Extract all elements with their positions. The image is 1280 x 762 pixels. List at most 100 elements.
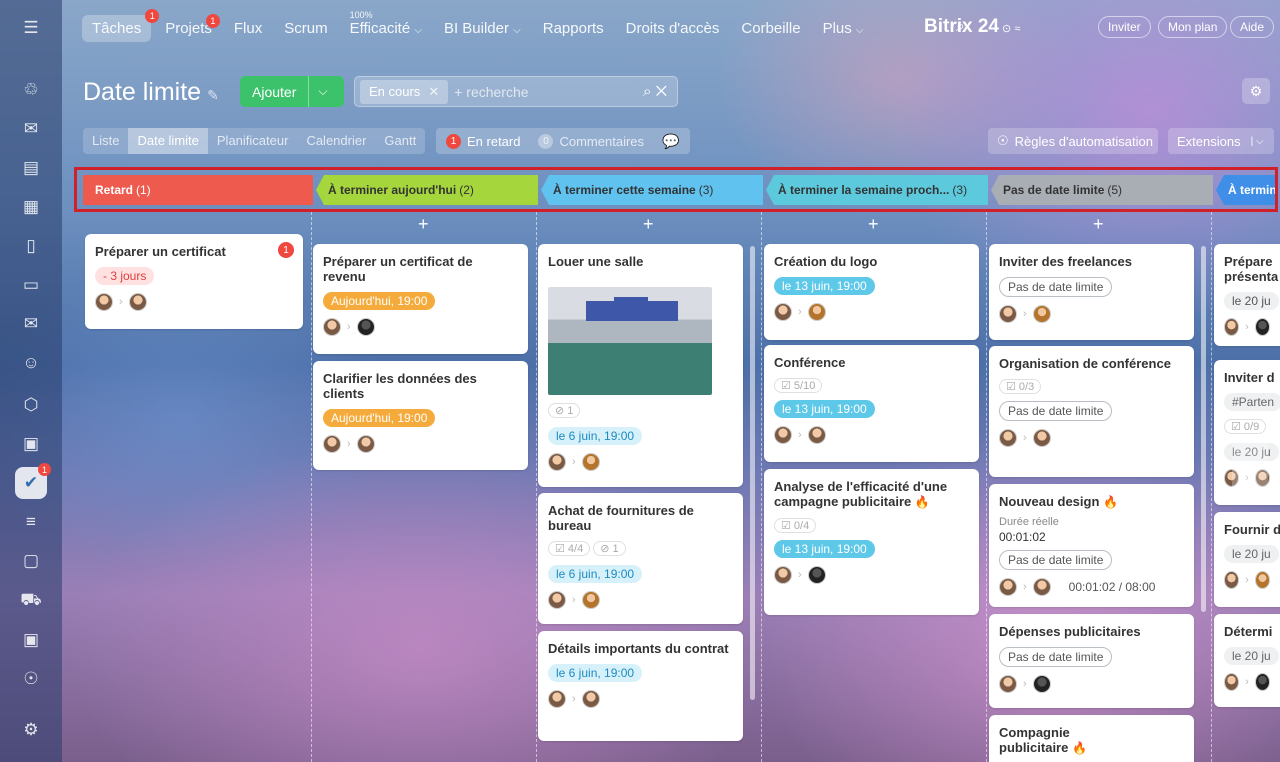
robot-icon[interactable]: ☉ (15, 663, 47, 695)
add-task-plus-icon[interactable]: + (418, 214, 429, 235)
card-icon[interactable]: ▣ (15, 624, 47, 656)
deadline-tag[interactable]: - 3 jours (95, 267, 155, 285)
task-title[interactable]: Achat de fournitures de bureau (548, 503, 733, 533)
avatar[interactable] (1032, 429, 1051, 447)
hashtag[interactable]: #Parten (1224, 393, 1280, 411)
avatar[interactable] (548, 453, 566, 471)
task-title[interactable]: Analyse de l'efficacité d'une campagne p… (774, 479, 969, 510)
task-card[interactable]: Nouveau design 🔥 Durée réelle 00:01:02 P… (989, 484, 1194, 607)
drive-icon[interactable]: ▭ (15, 269, 47, 301)
help-button[interactable]: Aide (1230, 16, 1275, 38)
tab-list[interactable]: Liste (83, 128, 128, 154)
deadline-tag[interactable]: le 6 juin, 19:00 (548, 427, 643, 445)
avatar[interactable] (807, 566, 826, 584)
chat-icon[interactable]: 💬 (662, 133, 679, 150)
attachments-count[interactable]: ⊘ 1 (593, 541, 626, 556)
task-title[interactable]: Détails importants du contrat (548, 641, 733, 656)
task-card[interactable]: Détails importants du contrat le 6 juin,… (538, 631, 743, 741)
task-title[interactable]: Prépare présenta (1224, 254, 1278, 284)
avatar[interactable] (774, 426, 792, 444)
deadline-tag[interactable]: Aujourd'hui, 19:00 (323, 292, 436, 310)
feed-icon[interactable]: ♲ (15, 74, 47, 106)
add-task-plus-icon[interactable]: + (1093, 214, 1104, 235)
stage-today[interactable]: À terminer aujourd'hui (2) (316, 175, 538, 205)
avatar[interactable] (356, 318, 375, 336)
tasks-icon[interactable]: ✔ 1 (15, 463, 51, 499)
avatar[interactable] (581, 690, 600, 708)
extensions-button[interactable]: Extensions | ⌵ (1168, 128, 1274, 154)
nav-reports[interactable]: Rapports (543, 20, 604, 37)
task-card[interactable]: Conférence ☑ 5/10 le 13 juin, 19:00 › (764, 345, 979, 462)
task-title[interactable]: Fournir d (1224, 522, 1280, 537)
deadline-tag[interactable]: Pas de date limite (999, 550, 1113, 570)
deadline-tag[interactable]: Aujourd'hui, 19:00 (323, 409, 436, 427)
task-card[interactable]: Clarifier les données des clients Aujour… (313, 361, 528, 470)
column-scrollbar[interactable] (750, 246, 755, 700)
task-image-conference-hall[interactable] (548, 287, 712, 395)
deadline-tag[interactable]: Pas de date limite (999, 401, 1113, 421)
deadline-tag[interactable]: le 13 juin, 19:00 (774, 400, 875, 418)
nav-efficiency[interactable]: 100% Efficacité ⌵ (350, 10, 422, 37)
task-title[interactable]: Inviter d (1224, 370, 1275, 385)
filter-chip[interactable]: En cours ✕ (360, 79, 449, 104)
deadline-tag[interactable]: le 6 juin, 19:00 (548, 565, 643, 583)
checklist-count[interactable]: ☑ 0/9 (1224, 419, 1267, 434)
tab-calendar[interactable]: Calendrier (297, 128, 375, 154)
avatar[interactable] (323, 435, 341, 453)
task-card[interactable]: Inviter des freelances Pas de date limit… (989, 244, 1194, 340)
avatar[interactable] (1254, 318, 1270, 336)
close-icon[interactable]: ✕ (428, 84, 439, 99)
avatar[interactable] (323, 318, 341, 336)
task-card[interactable]: Achat de fournitures de bureau ☑ 4/4 ⊘ 1 … (538, 493, 743, 624)
stage-no-deadline[interactable]: Pas de date limite (5) (991, 175, 1213, 205)
avatar[interactable] (774, 566, 792, 584)
avatar[interactable] (581, 591, 600, 609)
avatar[interactable] (1254, 673, 1270, 691)
avatar[interactable] (1224, 318, 1240, 336)
task-title[interactable]: Compagnie publicitaire 🔥 (999, 725, 1109, 756)
deadline-tag[interactable]: le 20 ju (1224, 545, 1279, 563)
box-icon[interactable]: ▢ (15, 545, 47, 577)
task-title[interactable]: Louer une salle (548, 254, 733, 269)
stage-next-week[interactable]: À terminer la semaine proch... (3) (766, 175, 988, 205)
automation-rules-button[interactable]: ☉ Règles d'automatisation (988, 128, 1158, 154)
search-input[interactable]: En cours ✕ + recherche ⌕ ✕ (354, 76, 678, 107)
gear-icon[interactable]: ⚙ (1242, 78, 1270, 104)
task-title[interactable]: Inviter des freelances (999, 254, 1184, 269)
task-card[interactable]: Compagnie publicitaire 🔥 (989, 715, 1194, 762)
avatar[interactable] (999, 305, 1017, 323)
groups-icon[interactable]: ☺ (15, 347, 47, 379)
task-title[interactable]: Conférence (774, 355, 969, 370)
avatar[interactable] (999, 578, 1017, 596)
nav-tasks[interactable]: Tâches 1 (82, 8, 160, 42)
checklist-count[interactable]: ☑ 0/3 (999, 379, 1042, 394)
calendar-icon[interactable]: ▦ (15, 191, 47, 223)
task-card[interactable]: Préparer un certificat 1 - 3 jours › (85, 234, 303, 329)
file-icon[interactable]: ▯ (15, 230, 47, 262)
avatar[interactable] (1032, 578, 1051, 596)
task-card[interactable]: Prépare présenta le 20 ju › (1214, 244, 1280, 346)
column-scrollbar[interactable] (1201, 246, 1206, 612)
task-title[interactable]: Détermi (1224, 624, 1272, 639)
deadline-tag[interactable]: le 20 ju (1224, 292, 1279, 310)
avatar[interactable] (999, 675, 1017, 693)
task-card[interactable]: Préparer un certificat de revenu Aujourd… (313, 244, 528, 354)
avatar[interactable] (356, 435, 375, 453)
task-title[interactable]: Organisation de conférence (999, 356, 1184, 371)
search-icon[interactable]: ⌕ ✕ (643, 83, 667, 100)
add-task-plus-icon[interactable]: + (643, 214, 654, 235)
nav-projects[interactable]: Projets 1 (165, 13, 220, 37)
avatar[interactable] (128, 293, 147, 311)
chevron-down-icon[interactable]: ⌵ (308, 76, 336, 107)
comments-counter[interactable]: 0 Commentaires (538, 133, 644, 149)
stage-this-week[interactable]: À terminer cette semaine (3) (541, 175, 763, 205)
avatar[interactable] (1254, 571, 1270, 589)
avatar[interactable] (1224, 673, 1240, 691)
document-icon[interactable]: ▤ (15, 152, 47, 184)
add-button[interactable]: Ajouter ⌵ (240, 76, 344, 107)
task-title[interactable]: Nouveau design 🔥 (999, 494, 1184, 510)
avatar[interactable] (774, 303, 792, 321)
avatar[interactable] (95, 293, 113, 311)
deadline-tag[interactable]: le 13 juin, 19:00 (774, 277, 875, 295)
task-card[interactable]: Analyse de l'efficacité d'une campagne p… (764, 469, 979, 615)
